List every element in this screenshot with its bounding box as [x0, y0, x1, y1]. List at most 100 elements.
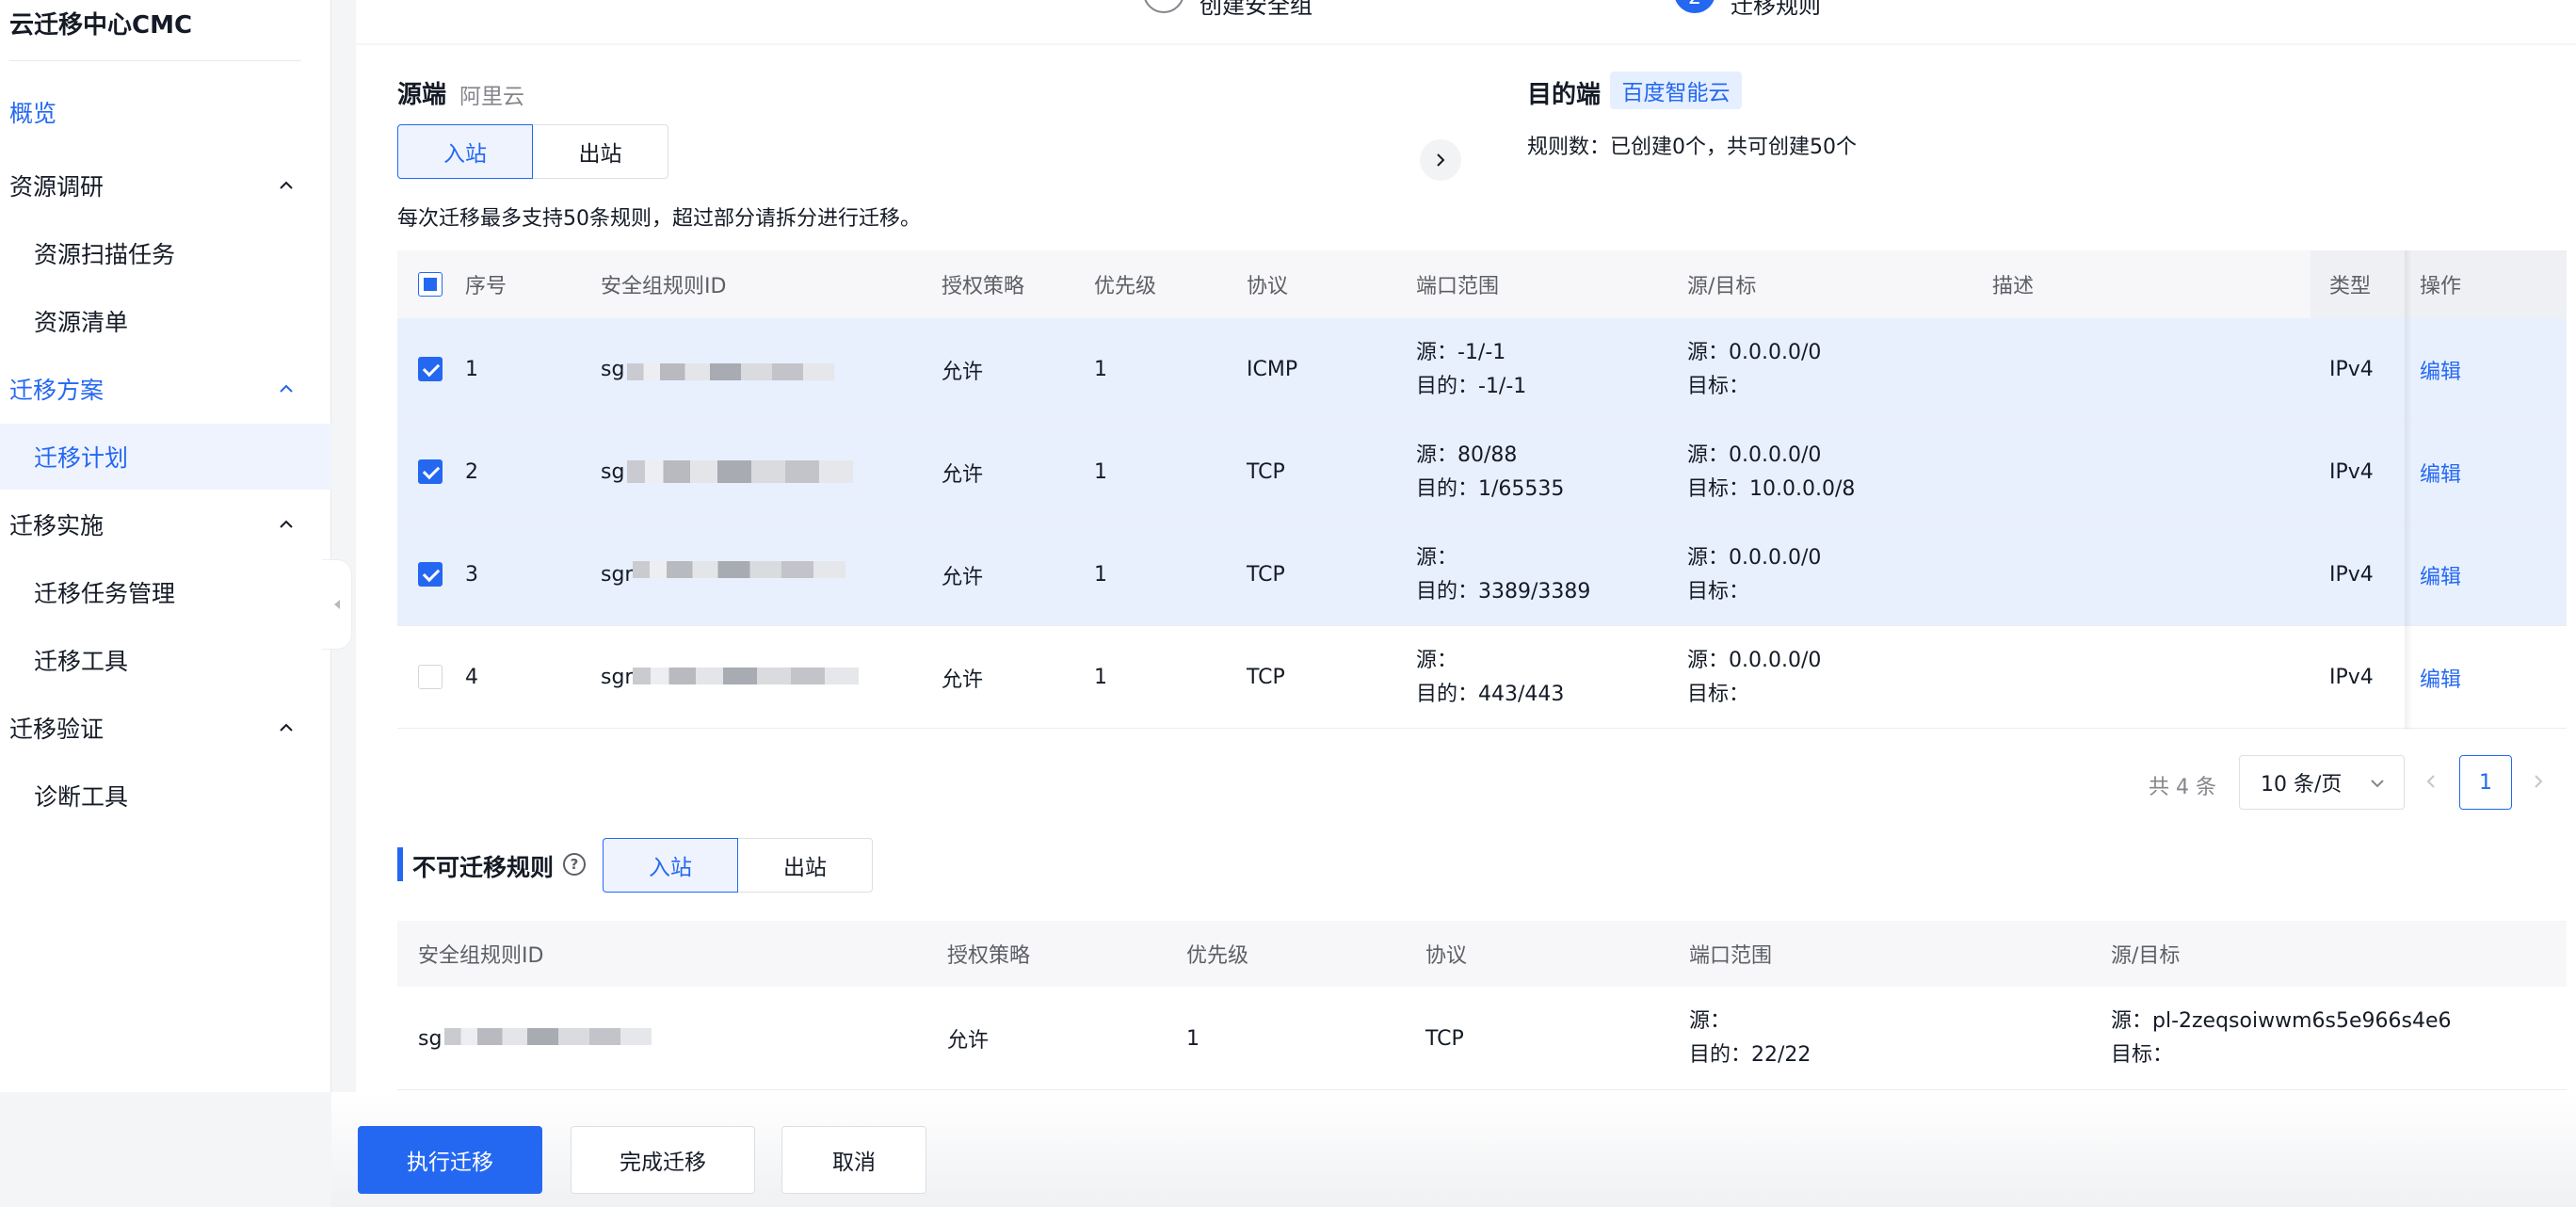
col-header-rule-id: 安全组规则ID	[418, 944, 544, 968]
sidebar-divider	[9, 60, 301, 61]
execute-migration-button[interactable]: 执行迁移	[358, 1126, 542, 1194]
target-provider-tag: 百度智能云	[1610, 72, 1742, 109]
col-header-port-range: 端口范围	[1416, 275, 1500, 298]
cell-rule-id-prefix: sg	[601, 358, 625, 381]
section-accent-bar	[397, 847, 403, 881]
cell-priority: 1	[1094, 358, 1107, 381]
chevron-up-icon	[280, 181, 293, 189]
cell-rule-id-prefix: sgr	[601, 666, 634, 689]
source-tab-outbound[interactable]: 出站	[532, 124, 668, 179]
table-row[interactable]: 2 sg 允许 1 TCP 源：80/88 目的：1/65535 源：0.0.0.…	[397, 421, 2567, 523]
cell-priority: 1	[1094, 563, 1107, 587]
cell-port-range: 源： 目的：3389/3389	[1416, 545, 1591, 604]
col-header-protocol: 协议	[1247, 275, 1289, 298]
non-migratable-tab-inbound[interactable]: 入站	[603, 838, 738, 893]
chevron-down-icon	[2371, 780, 2384, 788]
redacted-id	[633, 668, 859, 684]
sidebar-group-resource-research[interactable]: 资源调研	[0, 153, 331, 218]
footer-bar: 执行迁移 完成迁移 取消	[331, 1092, 2576, 1207]
sidebar-group-migration-verification[interactable]: 迁移验证	[0, 695, 331, 761]
cell-policy: 允许	[942, 668, 984, 692]
cancel-button[interactable]: 取消	[781, 1126, 926, 1194]
caret-left-icon	[333, 600, 340, 609]
table-row[interactable]: 4 sgr 允许 1 TCP 源： 目的：443/443 源：0.0.0.0/0 目…	[397, 626, 2567, 729]
cell-src-dst: 源：0.0.0.0/0 目标：	[1687, 545, 1822, 604]
row-checkbox[interactable]	[418, 459, 443, 484]
sidebar-item-resource-scan[interactable]: 资源扫描任务	[0, 220, 331, 286]
row-checkbox[interactable]	[418, 562, 443, 587]
cell-priority: 1	[1094, 460, 1107, 484]
cell-src-dst: 源：0.0.0.0/0 目标：	[1687, 648, 1822, 706]
cell-protocol: TCP	[1425, 1026, 1464, 1051]
cell-policy: 允许	[942, 565, 984, 589]
step-bar: 创建安全组 2 迁移规则	[356, 0, 2576, 43]
col-header-type: 类型	[2329, 275, 2372, 298]
edit-link[interactable]: 编辑	[2420, 421, 2461, 523]
step-1-label: 创建安全组	[1199, 0, 1312, 19]
row-checkbox[interactable]	[418, 357, 443, 381]
col-header-policy: 授权策略	[947, 944, 1031, 968]
sidebar-collapse-handle[interactable]	[322, 559, 352, 650]
sidebar-item-migration-tools[interactable]: 迁移工具	[0, 627, 331, 693]
cell-port-range: 源：80/88 目的：1/65535	[1416, 443, 1565, 501]
migration-limit-note: 每次迁移最多支持50条规则，超过部分请拆分进行迁移。	[397, 207, 921, 231]
cell-src-dst: 源：pl-2zeqsoiwwm6s5e966s4e6 目标：	[2111, 1009, 2452, 1067]
redacted-id	[627, 460, 853, 483]
chevron-up-icon	[280, 384, 293, 393]
prev-page-icon[interactable]	[2423, 774, 2439, 789]
cell-port-range: 源： 目的：443/443	[1416, 648, 1565, 706]
chevron-up-icon	[280, 723, 293, 732]
cell-protocol: ICMP	[1247, 358, 1298, 381]
page-1-button[interactable]: 1	[2459, 755, 2512, 810]
sidebar: 云迁移中心CMC 概览 资源调研 资源扫描任务 资源清单 迁移方案 迁移计划 迁…	[0, 0, 331, 1092]
non-migratable-tab-outbound[interactable]: 出站	[737, 838, 873, 893]
sticky-column-shadow	[2405, 250, 2412, 729]
table-row: sg 允许 1 TCP 源： 目的：22/22 源：pl-2zeqsoiwwm6s…	[397, 987, 2567, 1090]
col-header-protocol: 协议	[1425, 944, 1468, 968]
non-migratable-table-header: 安全组规则ID 授权策略 优先级 协议 端口范围 源/目标	[397, 921, 2567, 987]
help-icon[interactable]: ?	[563, 853, 586, 876]
cell-no: 3	[465, 563, 478, 587]
arrow-next-button[interactable]	[1420, 139, 1461, 181]
select-all-checkbox[interactable]	[418, 272, 443, 297]
main-card: 源端 阿里云 入站 出站 每次迁移最多支持50条规则，超过部分请拆分进行迁移。 …	[356, 45, 2576, 1092]
page-size-select[interactable]: 10 条/页	[2239, 755, 2405, 810]
source-title: 源端	[397, 81, 447, 109]
cell-policy: 允许	[942, 360, 984, 384]
edit-link[interactable]: 编辑	[2420, 523, 2461, 626]
sidebar-group-migration-plan[interactable]: 迁移方案	[0, 356, 331, 422]
edit-link[interactable]: 编辑	[2420, 626, 2461, 729]
cell-no: 1	[465, 358, 478, 381]
pagination-total: 共 4 条	[2149, 776, 2216, 799]
col-header-src-dst: 源/目标	[1687, 275, 1757, 298]
sidebar-item-resource-list[interactable]: 资源清单	[0, 288, 331, 354]
cell-no: 4	[465, 666, 478, 689]
target-title: 目的端	[1527, 81, 1602, 109]
sidebar-item-diagnostic-tools[interactable]: 诊断工具	[0, 763, 331, 829]
non-migratable-title: 不可迁移规则	[412, 854, 555, 881]
table-row[interactable]: 3 sgr 允许 1 TCP 源： 目的：3389/3389 源：0.0.0.0/…	[397, 523, 2567, 626]
edit-link[interactable]: 编辑	[2420, 318, 2461, 421]
target-rule-count: 规则数：已创建0个，共可创建50个	[1527, 136, 1857, 159]
col-header-port-range: 端口范围	[1689, 944, 1773, 968]
source-tab-inbound[interactable]: 入站	[397, 124, 533, 179]
sidebar-item-migration-task-mgmt[interactable]: 迁移任务管理	[0, 559, 331, 625]
rules-table-header: 序号 安全组规则ID 授权策略 优先级 协议 端口范围 源/目标 描述 类型 操…	[397, 250, 2567, 318]
step-2-circle: 2	[1674, 0, 1715, 13]
sidebar-item-overview[interactable]: 概览	[0, 79, 331, 145]
cell-port-range: 源： 目的：22/22	[1689, 1009, 1811, 1067]
cell-protocol: TCP	[1247, 666, 1285, 689]
col-header-priority: 优先级	[1094, 275, 1157, 298]
cell-type: IPv4	[2329, 563, 2374, 587]
cell-policy: 允许	[947, 1029, 990, 1053]
cell-rule-id-prefix: sg	[601, 460, 625, 484]
sidebar-group-migration-implementation[interactable]: 迁移实施	[0, 491, 331, 557]
app-title: 云迁移中心CMC	[9, 11, 193, 40]
table-row[interactable]: 1 sg 允许 1 ICMP 源：-1/-1 目的：-1/-1 源：0.0.0.0…	[397, 318, 2567, 421]
next-page-icon[interactable]	[2531, 774, 2546, 789]
complete-migration-button[interactable]: 完成迁移	[571, 1126, 755, 1194]
row-checkbox[interactable]	[418, 665, 443, 689]
cell-rule-id-prefix: sgr	[601, 563, 634, 587]
sidebar-item-migration-schedule[interactable]: 迁移计划	[0, 424, 331, 490]
cell-port-range: 源：-1/-1 目的：-1/-1	[1416, 340, 1527, 398]
